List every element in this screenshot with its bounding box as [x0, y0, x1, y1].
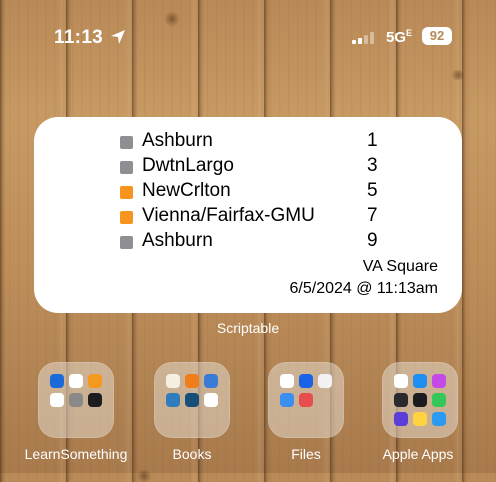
train-destination: Ashburn [142, 130, 213, 151]
folder-label: Files [291, 446, 321, 462]
app-icon [185, 374, 199, 388]
app-icon [413, 374, 427, 388]
widget-app-label: Scriptable [216, 320, 280, 336]
metro-widget[interactable]: Ashburn 1 DwtnLargo 3 NewCrlton 5 Vienna… [34, 117, 462, 313]
app-icon [413, 393, 427, 407]
folder-files[interactable] [268, 362, 344, 438]
app-icon [280, 374, 294, 388]
app-icon [69, 393, 83, 407]
folder-label: Books [172, 446, 212, 462]
app-icon [166, 374, 180, 388]
folder-label: Apple Apps [382, 446, 454, 462]
app-icon [394, 374, 408, 388]
app-icon [69, 374, 83, 388]
updated-timestamp: 6/5/2024 @ 11:13am [289, 280, 439, 297]
app-icon [318, 374, 332, 388]
app-icon [50, 374, 64, 388]
folder-apple-apps[interactable] [382, 362, 458, 438]
train-minutes: 5 [367, 180, 378, 201]
app-icon [299, 374, 313, 388]
status-bar: 11:13 5GE 92 [0, 0, 496, 74]
app-icon [166, 393, 180, 407]
clock: 11:13 [54, 27, 104, 48]
app-icon [394, 393, 408, 407]
line-color-square [120, 211, 133, 224]
app-icon [432, 393, 446, 407]
train-minutes: 3 [367, 155, 378, 176]
line-color-square [120, 236, 133, 249]
train-destination: NewCrlton [142, 180, 231, 201]
app-icon [432, 374, 446, 388]
cellular-signal-icon [352, 32, 376, 44]
train-row: NewCrlton 5 [120, 180, 420, 204]
app-icon [280, 393, 294, 407]
network-suffix: E [406, 28, 413, 38]
folder-learnsomething[interactable] [38, 362, 114, 438]
train-destination: Ashburn [142, 230, 213, 251]
app-icon [432, 412, 446, 426]
app-icon [50, 393, 64, 407]
train-minutes: 7 [367, 205, 378, 226]
network-type: 5GE [386, 28, 413, 46]
train-destination: DwtnLargo [142, 155, 234, 176]
line-color-square [120, 136, 133, 149]
line-color-square [120, 186, 133, 199]
train-row: DwtnLargo 3 [120, 155, 420, 179]
line-color-square [120, 161, 133, 174]
app-icon [299, 393, 313, 407]
app-icon [88, 393, 102, 407]
train-minutes: 9 [367, 230, 378, 251]
app-icon [185, 393, 199, 407]
app-icon [204, 374, 218, 388]
battery-indicator: 92 [422, 27, 452, 45]
train-row: Ashburn 1 [120, 130, 420, 154]
train-row: Vienna/Fairfax-GMU 7 [120, 205, 420, 229]
folder-books[interactable] [154, 362, 230, 438]
app-icon [204, 393, 218, 407]
folder-label: LearnSomething [24, 446, 128, 462]
wood-knot [135, 470, 153, 482]
current-station: VA Square [362, 258, 438, 275]
app-icon [394, 412, 408, 426]
location-arrow-icon [111, 30, 125, 44]
train-row: Ashburn 9 [120, 230, 420, 254]
app-icon [413, 412, 427, 426]
train-minutes: 1 [367, 130, 378, 151]
train-destination: Vienna/Fairfax-GMU [142, 205, 315, 226]
app-icon [88, 374, 102, 388]
